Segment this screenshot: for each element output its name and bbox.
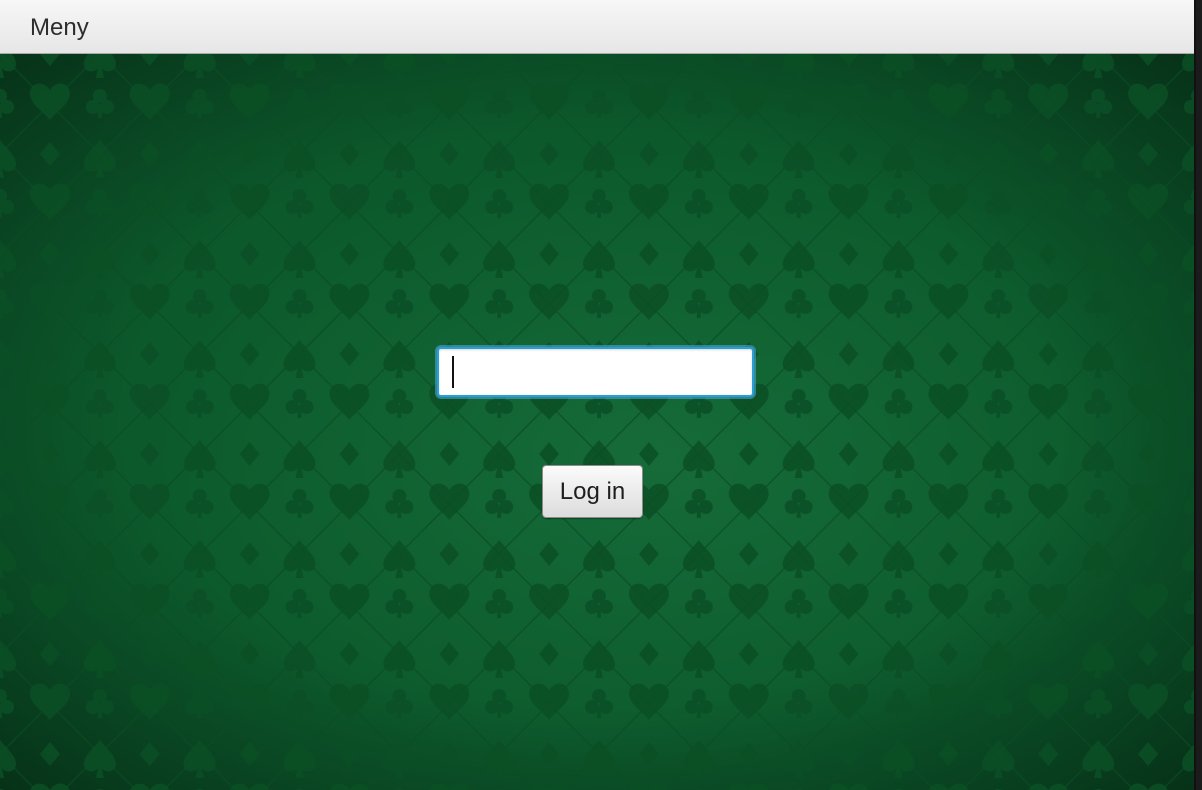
card-table-background: Log in bbox=[0, 54, 1194, 790]
text-caret bbox=[452, 356, 454, 388]
login-button[interactable]: Log in bbox=[542, 465, 643, 518]
menu-bar: Meny bbox=[0, 0, 1194, 54]
app-window: Meny Log in bbox=[0, 0, 1196, 790]
menu-meny[interactable]: Meny bbox=[22, 10, 97, 46]
card-suits-pattern bbox=[0, 54, 1194, 790]
background-window-edge bbox=[1196, 0, 1202, 790]
username-input[interactable] bbox=[437, 347, 754, 397]
